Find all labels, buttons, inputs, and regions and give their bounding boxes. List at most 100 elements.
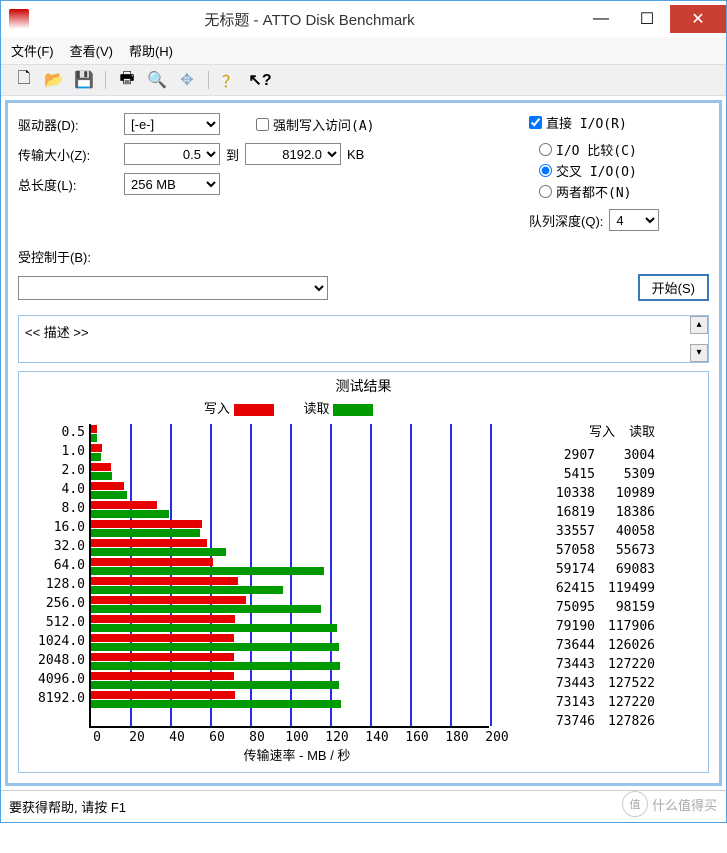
y-axis-labels: 0.51.02.04.08.016.032.064.0128.0256.0512… — [27, 421, 85, 728]
menu-file[interactable]: 文件(F) — [11, 41, 54, 60]
write-bar — [91, 425, 97, 433]
whatsthis-icon[interactable]: ↖? — [249, 69, 271, 91]
new-icon[interactable]: 🗋 — [13, 69, 35, 91]
bar-chart — [89, 424, 489, 728]
save-icon[interactable]: 💾 — [73, 69, 95, 91]
y-tick: 16.0 — [27, 518, 85, 537]
value-row: 1033810989 — [535, 484, 655, 503]
length-select[interactable]: 256 MB — [124, 173, 220, 195]
legend-read-swatch — [333, 404, 373, 416]
length-label: 总长度(L): — [18, 175, 118, 194]
write-bar — [91, 520, 202, 528]
read-bar — [91, 700, 341, 708]
watermark-badge: 值 — [622, 791, 648, 817]
write-bar — [91, 558, 213, 566]
write-bar — [91, 482, 124, 490]
read-bar — [91, 681, 339, 689]
to-label: 到 — [226, 145, 239, 164]
y-tick: 64.0 — [27, 556, 85, 575]
value-table: 2907300454155309103381098916819183863355… — [535, 446, 655, 731]
read-bar — [91, 643, 339, 651]
io-compare-radio[interactable]: I/O 比较(C) — [539, 140, 709, 159]
value-row: 73443127522 — [535, 674, 655, 693]
write-bar — [91, 691, 235, 699]
chart-legend: 写入 读取 — [27, 398, 700, 417]
maximize-button[interactable]: ☐ — [624, 5, 670, 33]
description-text: << 描述 >> — [25, 325, 89, 340]
write-bar — [91, 672, 234, 680]
read-bar — [91, 548, 226, 556]
read-bar — [91, 529, 200, 537]
y-tick: 32.0 — [27, 537, 85, 556]
drive-label: 驱动器(D): — [18, 115, 118, 134]
minimize-button[interactable]: — — [578, 5, 624, 33]
separator — [105, 71, 106, 89]
read-bar — [91, 624, 337, 632]
preview-icon[interactable]: 🔍 — [146, 69, 168, 91]
menubar: 文件(F) 查看(V) 帮助(H) — [1, 37, 726, 65]
y-tick: 256.0 — [27, 594, 85, 613]
watermark: 值 什么值得买 — [622, 791, 717, 817]
y-tick: 4096.0 — [27, 670, 85, 689]
write-bar — [91, 463, 111, 471]
y-tick: 2048.0 — [27, 651, 85, 670]
controlled-by-select[interactable] — [18, 276, 328, 300]
read-bar — [91, 434, 97, 442]
results-panel: 测试结果 写入 读取 0.51.02.04.08.016.032.064.012… — [18, 371, 709, 773]
value-row: 79190117906 — [535, 617, 655, 636]
value-row: 1681918386 — [535, 503, 655, 522]
value-row: 54155309 — [535, 465, 655, 484]
drive-select[interactable]: [-e-] — [124, 113, 220, 135]
read-bar — [91, 605, 321, 613]
menu-help[interactable]: 帮助(H) — [129, 41, 173, 60]
col-read-header: 读取 — [629, 421, 655, 440]
x-axis-ticks: 020406080100120140160180200 — [77, 730, 517, 745]
status-text: 要获得帮助, 请按 F1 — [9, 797, 126, 816]
results-title: 测试结果 — [27, 376, 700, 396]
transfer-to-select[interactable]: 8192.0 — [245, 143, 341, 165]
write-bar — [91, 539, 207, 547]
read-bar — [91, 567, 324, 575]
window-title: 无标题 - ATTO Disk Benchmark — [41, 9, 578, 30]
description-box[interactable]: << 描述 >> ▴ ▾ — [18, 315, 709, 363]
open-icon[interactable]: 📂 — [43, 69, 65, 91]
menu-view[interactable]: 查看(V) — [70, 41, 113, 60]
y-tick: 8192.0 — [27, 689, 85, 708]
print-icon[interactable]: 🖶 — [116, 69, 138, 91]
write-bar — [91, 577, 238, 585]
value-row: 62415119499 — [535, 579, 655, 598]
read-bar — [91, 453, 101, 461]
x-axis-label: 传输速率 - MB / 秒 — [77, 745, 517, 764]
value-row: 5917469083 — [535, 560, 655, 579]
write-bar — [91, 653, 234, 661]
overlap-io-radio[interactable]: 交叉 I/O(O) — [539, 161, 709, 180]
queue-select[interactable]: 4 — [609, 209, 659, 231]
y-tick: 8.0 — [27, 499, 85, 518]
read-bar — [91, 662, 340, 670]
move-icon[interactable]: ✥ — [176, 69, 198, 91]
help-icon[interactable]: ？ — [219, 69, 241, 91]
scroll-down-icon[interactable]: ▾ — [690, 344, 708, 362]
titlebar: 无标题 - ATTO Disk Benchmark — ☐ ✕ — [1, 1, 726, 37]
transfer-from-select[interactable]: 0.5 — [124, 143, 220, 165]
force-write-checkbox[interactable]: 强制写入访问(A) — [256, 115, 374, 134]
read-bar — [91, 472, 112, 480]
app-icon — [9, 9, 29, 29]
start-button[interactable]: 开始(S) — [638, 274, 709, 301]
statusbar: 要获得帮助, 请按 F1 — [1, 790, 726, 822]
controlled-by-label: 受控制于(B): — [18, 247, 91, 266]
y-tick: 0.5 — [27, 423, 85, 442]
write-bar — [91, 634, 234, 642]
value-row: 29073004 — [535, 446, 655, 465]
col-write-header: 写入 — [589, 421, 615, 440]
y-tick: 1024.0 — [27, 632, 85, 651]
write-bar — [91, 444, 102, 452]
read-bar — [91, 491, 127, 499]
read-bar — [91, 586, 283, 594]
direct-io-checkbox[interactable]: 直接 I/O(R) — [529, 113, 709, 132]
neither-radio[interactable]: 两者都不(N) — [539, 182, 709, 201]
watermark-text: 什么值得买 — [652, 795, 717, 814]
close-button[interactable]: ✕ — [670, 5, 726, 33]
write-bar — [91, 615, 235, 623]
scroll-up-icon[interactable]: ▴ — [690, 316, 708, 334]
